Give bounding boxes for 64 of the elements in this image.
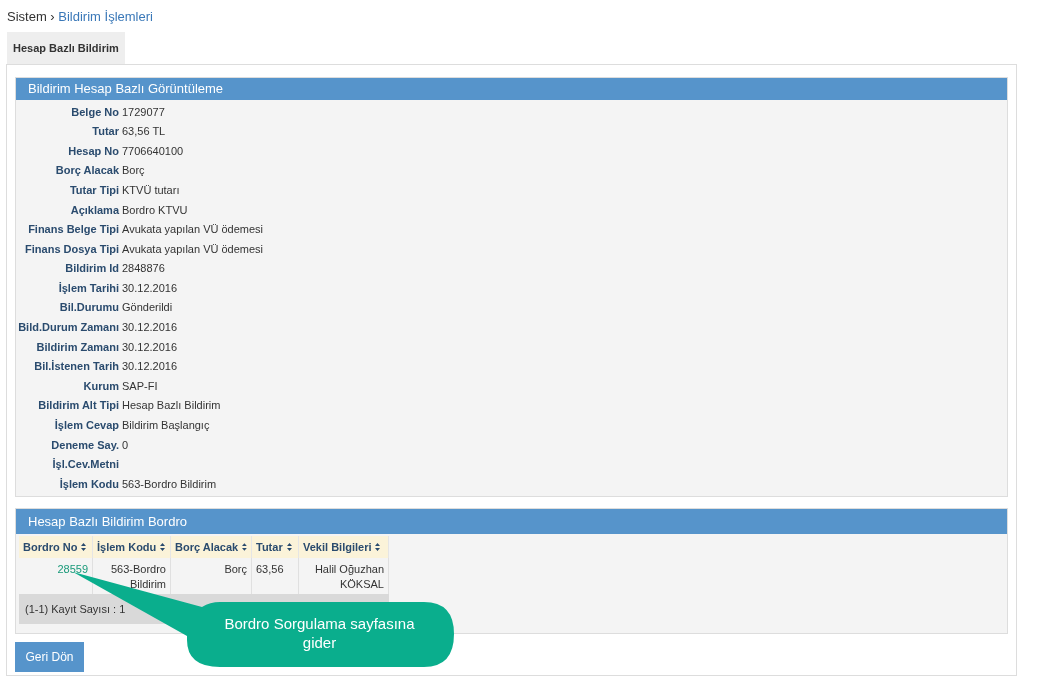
field-value: 30.12.2016 <box>122 320 178 336</box>
field-value: Bordro KTVU <box>122 202 188 218</box>
sort-icon <box>242 542 247 551</box>
field-value: 0 <box>122 437 129 453</box>
field-label: İşl.Cev.Metni <box>51 457 119 473</box>
column-title: Bordro No <box>23 539 78 555</box>
field-value: 1729077 <box>122 104 165 120</box>
column-header[interactable]: Borç Alacak <box>171 535 252 558</box>
column-title: Borç Alacak <box>175 539 239 555</box>
field-label: İşlem Kodu <box>58 476 119 492</box>
field-label: Bild.Durum Zamanı <box>17 320 119 336</box>
field-value: Avukata yapılan VÜ ödemesi <box>122 241 264 257</box>
field-value: 563-Bordro Bildirim <box>122 476 217 492</box>
field-label: Bil.Durumu <box>58 300 119 316</box>
column-header[interactable]: Vekil Bilgileri <box>299 535 389 558</box>
field-label: Finans Belge Tipi <box>27 222 119 238</box>
field-value: 30.12.2016 <box>122 280 178 296</box>
column-title: Tutar <box>256 539 283 555</box>
panel-title: Hesap Bazlı Bildirim Bordro <box>16 508 1007 534</box>
column-title: Vekil Bilgileri <box>303 539 372 555</box>
tab[interactable]: Hesap Bazlı Bildirim <box>7 32 125 64</box>
callout-text: Bordro Sorgulama sayfasına gider <box>224 615 415 651</box>
breadcrumb-item[interactable]: Sistem › <box>7 9 55 24</box>
field-label: Bildirim Alt Tipi <box>37 398 119 414</box>
table-cell: Borç <box>171 557 252 594</box>
table-cell: Halil Oğuzhan KÖKSAL <box>299 557 389 594</box>
table-cell: 63,56 <box>252 557 299 594</box>
field-label: Bil.İstenen Tarih <box>33 359 119 375</box>
field-label: Tutar <box>91 124 119 140</box>
field-label: Bildirim Zamanı <box>35 339 119 355</box>
field-label: Bildirim Id <box>64 261 119 277</box>
field-value: Avukata yapılan VÜ ödemesi <box>122 222 264 238</box>
field-value: 30.12.2016 <box>122 359 178 375</box>
field-label: İşlem Cevap <box>53 418 119 434</box>
field-label: Açıklama <box>69 202 119 218</box>
field-value: KTVÜ tutarı <box>122 182 180 198</box>
field-value: Gönderildi <box>122 300 173 316</box>
field-value: Hesap Bazlı Bildirim <box>122 398 221 414</box>
breadcrumb-current: Bildirim İşlemleri <box>58 9 153 24</box>
field-label: Finans Dosya Tipi <box>24 241 119 257</box>
column-header[interactable]: Tutar <box>252 535 299 558</box>
field-label: Deneme Say. <box>50 437 119 453</box>
panel-title: Bildirim Hesap Bazlı Görüntüleme <box>16 78 1007 100</box>
field-label: Hesap No <box>67 143 119 159</box>
field-value: 63,56 TL <box>122 124 166 140</box>
field-value: Bildirim Başlangıç <box>122 418 210 434</box>
field-label: Kurum <box>82 378 119 394</box>
sort-icon <box>375 542 381 551</box>
record-count: (1-1) Kayıt Sayısı : 1 <box>25 601 126 617</box>
field-label: Belge No <box>70 104 119 120</box>
field-label: Borç Alacak <box>54 163 119 179</box>
field-value: 2848876 <box>122 261 165 277</box>
sort-icon <box>160 542 166 551</box>
field-value: 30.12.2016 <box>122 339 178 355</box>
field-label: İşlem Tarihi <box>57 280 119 296</box>
column-title: İşlem Kodu <box>97 539 157 555</box>
field-value: Borç <box>122 163 145 179</box>
field-value: 7706640100 <box>122 143 184 159</box>
field-value: SAP-FI <box>122 378 158 394</box>
sort-icon <box>286 542 292 551</box>
field-label: Tutar Tipi <box>68 182 119 198</box>
column-header[interactable]: İşlem Kodu <box>93 535 171 558</box>
column-header[interactable]: Bordro No <box>19 535 93 558</box>
sort-icon <box>81 542 87 551</box>
